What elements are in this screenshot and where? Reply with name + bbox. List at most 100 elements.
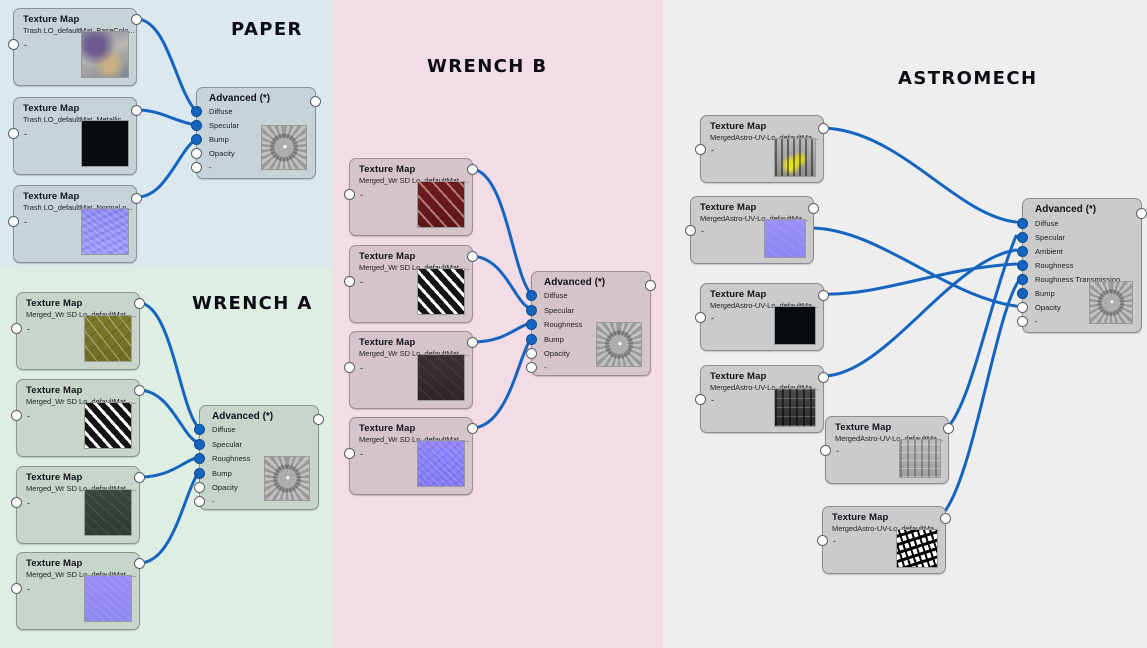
node-output-port[interactable] [310, 96, 321, 107]
port-specular[interactable] [194, 439, 205, 450]
port-extra[interactable] [194, 496, 205, 507]
node-input-port[interactable] [11, 497, 22, 508]
node-output-port[interactable] [808, 203, 819, 214]
port-roughness-transmission[interactable] [1017, 274, 1028, 285]
node-input-port[interactable] [11, 583, 22, 594]
node-title: Texture Map [26, 298, 83, 309]
texture-map-node[interactable]: Texture Map MergedAstro-UV-Lo_defaultMa.… [685, 196, 819, 264]
node-output-port[interactable] [818, 372, 829, 383]
node-output-port[interactable] [467, 337, 478, 348]
texture-map-node[interactable]: Texture Map Merged_Wr SD Lo_defaultMat_.… [11, 292, 145, 370]
node-dash-label: - [27, 411, 30, 421]
texture-map-node[interactable]: Texture Map Trash LO_defaultMat_Metallic… [8, 97, 142, 175]
node-input-port[interactable] [344, 276, 355, 287]
node-output-port[interactable] [943, 423, 954, 434]
node-output-port[interactable] [313, 414, 324, 425]
port-extra[interactable] [526, 362, 537, 373]
port-bump[interactable] [526, 334, 537, 345]
node-input-port[interactable] [344, 362, 355, 373]
slot-label-specular: Specular [544, 306, 575, 315]
advanced-material-node[interactable]: Advanced (*) Diffuse Specular Roughness … [194, 405, 324, 510]
node-output-port[interactable] [131, 14, 142, 25]
slot-label-bump: Bump [544, 335, 564, 344]
node-input-port[interactable] [11, 323, 22, 334]
port-specular[interactable] [1017, 232, 1028, 243]
port-diffuse[interactable] [191, 106, 202, 117]
node-title: Advanced (*) [209, 93, 271, 104]
texture-map-node[interactable]: Texture Map MergedAstro-UV-Lo_defaultMa.… [695, 283, 829, 351]
port-diffuse[interactable] [1017, 218, 1028, 229]
port-bump[interactable] [191, 134, 202, 145]
port-diffuse[interactable] [194, 424, 205, 435]
node-input-port[interactable] [8, 39, 19, 50]
texture-map-node[interactable]: Texture Map Merged_Wr SD Lo_defaultMat_.… [344, 331, 478, 409]
node-output-port[interactable] [134, 385, 145, 396]
node-input-port[interactable] [344, 189, 355, 200]
port-roughness[interactable] [526, 319, 537, 330]
node-output-port[interactable] [134, 298, 145, 309]
node-title: Texture Map [26, 385, 83, 396]
texture-map-node[interactable]: Texture Map Trash LO_defaultMat_Normal.p… [8, 185, 142, 263]
node-input-port[interactable] [695, 312, 706, 323]
slot-label-diffuse: Diffuse [1035, 219, 1059, 228]
node-output-port[interactable] [131, 193, 142, 204]
texture-map-node[interactable]: Texture Map MergedAstro-UV-Lo_defaultMa.… [817, 506, 951, 574]
node-output-port[interactable] [131, 105, 142, 116]
texture-map-node[interactable]: Texture Map Merged_Wr SD Lo_defaultMat_.… [344, 417, 478, 495]
node-output-port[interactable] [467, 423, 478, 434]
node-title: Texture Map [23, 14, 80, 25]
advanced-material-node[interactable]: Advanced (*) Diffuse Specular Ambient Ro… [1017, 198, 1147, 333]
port-bump[interactable] [194, 468, 205, 479]
texture-map-node[interactable]: Texture Map MergedAstro-UV-Lo_defaultMa.… [820, 416, 954, 484]
port-opacity[interactable] [1017, 302, 1028, 313]
node-input-port[interactable] [695, 144, 706, 155]
node-input-port[interactable] [695, 394, 706, 405]
node-output-port[interactable] [467, 251, 478, 262]
port-opacity[interactable] [194, 482, 205, 493]
node-output-port[interactable] [134, 558, 145, 569]
slot-label-roughness: Roughness [544, 320, 583, 329]
port-specular[interactable] [191, 120, 202, 131]
slot-label-specular: Specular [209, 121, 240, 130]
node-output-port[interactable] [134, 472, 145, 483]
port-roughness[interactable] [1017, 260, 1028, 271]
node-input-port[interactable] [8, 128, 19, 139]
node-output-port[interactable] [467, 164, 478, 175]
node-output-port[interactable] [645, 280, 656, 291]
node-output-port[interactable] [1136, 208, 1147, 219]
material-preview-thumbnail [596, 322, 642, 367]
node-graph-canvas[interactable]: PAPER WRENCH A WRENCH B ASTROMECH Textur… [0, 0, 1147, 648]
node-input-port[interactable] [344, 448, 355, 459]
advanced-material-node[interactable]: Advanced (*) Diffuse Specular Roughness … [526, 271, 656, 376]
texture-map-node[interactable]: Texture Map Trash LO_defaultMat_BaseColo… [8, 8, 142, 86]
texture-map-node[interactable]: Texture Map Merged_Wr SD Lo_defaultMat_.… [11, 379, 145, 457]
texture-map-node[interactable]: Texture Map Merged_Wr SD Lo_defaultMat_.… [344, 158, 478, 236]
texture-thumbnail [774, 306, 816, 345]
port-roughness[interactable] [194, 453, 205, 464]
texture-map-node[interactable]: Texture Map MergedAstro-UV-Lo_defaultMa.… [695, 365, 829, 433]
port-opacity[interactable] [526, 348, 537, 359]
node-output-port[interactable] [940, 513, 951, 524]
texture-map-node[interactable]: Texture Map MergedAstro-UV-Lo_defaultMa.… [695, 115, 829, 183]
texture-map-node[interactable]: Texture Map Merged_Wr SD Lo_defaultMat_.… [11, 552, 145, 630]
node-title: Advanced (*) [212, 411, 274, 422]
port-extra[interactable] [1017, 316, 1028, 327]
node-input-port[interactable] [11, 410, 22, 421]
port-diffuse[interactable] [526, 290, 537, 301]
advanced-material-node[interactable]: Advanced (*) Diffuse Specular Bump Opaci… [191, 87, 321, 179]
texture-map-node[interactable]: Texture Map Merged_Wr SD Lo_defaultMat_.… [11, 466, 145, 544]
port-bump[interactable] [1017, 288, 1028, 299]
texture-map-node[interactable]: Texture Map Merged_Wr SD Lo_defaultMat_.… [344, 245, 478, 323]
node-output-port[interactable] [818, 290, 829, 301]
port-opacity[interactable] [191, 148, 202, 159]
node-output-port[interactable] [818, 123, 829, 134]
node-input-port[interactable] [8, 216, 19, 227]
node-input-port[interactable] [685, 225, 696, 236]
node-dash-label: - [711, 313, 714, 323]
section-title-paper: PAPER [231, 19, 303, 40]
port-extra[interactable] [191, 162, 202, 173]
node-input-port[interactable] [817, 535, 828, 546]
node-input-port[interactable] [820, 445, 831, 456]
port-ambient[interactable] [1017, 246, 1028, 257]
port-specular[interactable] [526, 305, 537, 316]
